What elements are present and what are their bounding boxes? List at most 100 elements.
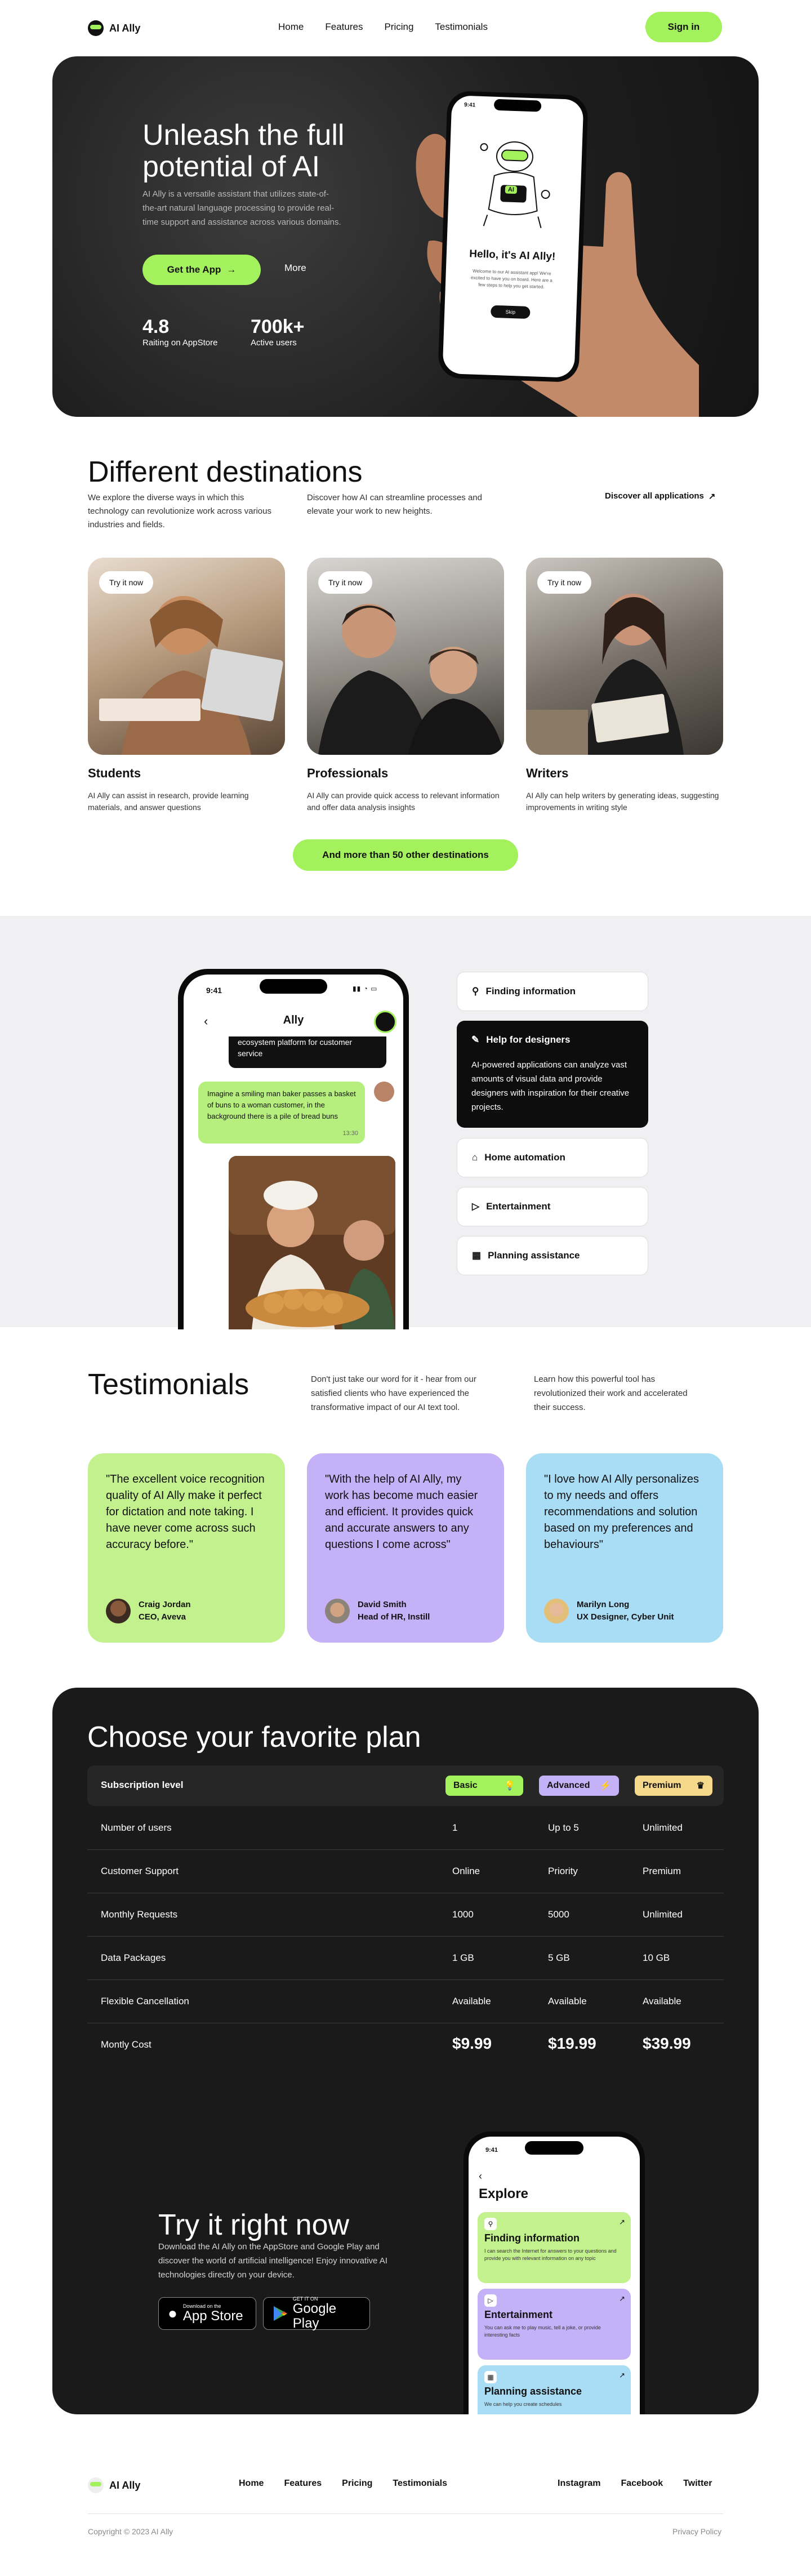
ally-avatar — [374, 1011, 396, 1033]
phone-skip-button[interactable]: Skip — [490, 305, 531, 319]
status-icons: ▮▮ ◔ ▭ — [353, 985, 378, 993]
footer-instagram-link[interactable]: Instagram — [558, 2479, 600, 2489]
play-icon: ▷ — [472, 1201, 480, 1212]
hero-description: AI Ally is a versatile assistant that ut… — [142, 189, 341, 227]
search-icon: ⚲ — [472, 986, 479, 996]
explore-card[interactable]: ▦ ↗ Planning assistance We can help you … — [478, 2365, 631, 2414]
app-store-button[interactable]: ● Download on the App Store — [158, 2297, 256, 2330]
testimonial-person: David Smith Head of HR, Instill — [325, 1599, 430, 1623]
row-advanced-value: 5 GB — [548, 1952, 570, 1963]
pricing-row: Customer Support Online Priority Premium — [87, 1850, 724, 1893]
privacy-policy-link[interactable]: Privacy Policy — [672, 2527, 721, 2536]
feature-entertainment[interactable]: ▷ Entertainment — [457, 1187, 648, 1226]
search-icon: ⚲ — [484, 2218, 497, 2230]
footer-nav-features[interactable]: Features — [284, 2479, 322, 2489]
feature-label: Home automation — [484, 1152, 565, 1163]
card-professionals[interactable]: Try it now — [307, 558, 504, 755]
logo-icon — [88, 2477, 104, 2493]
tier-basic-label: Basic — [453, 1781, 478, 1790]
footer-logo[interactable]: AI Ally — [88, 2477, 140, 2493]
play-icon: ▷ — [484, 2294, 497, 2307]
footer-nav-pricing[interactable]: Pricing — [342, 2479, 372, 2489]
footer-facebook-link[interactable]: Facebook — [621, 2479, 663, 2489]
robot-badge: AI — [505, 185, 518, 194]
explore-card-text: You can ask me to play music, tell a jok… — [484, 2325, 601, 2338]
card-writers[interactable]: Try it now — [526, 558, 723, 755]
brand-logo[interactable]: AI Ally — [88, 20, 140, 36]
chat-title: Ally — [283, 1014, 304, 1026]
row-advanced-value: Priority — [548, 1866, 578, 1876]
site-header: AI Ally Home Features Pricing Testimonia… — [0, 0, 811, 56]
stat-users-value: 700k+ — [251, 316, 305, 337]
try-it-now-pill[interactable]: Try it now — [537, 571, 592, 594]
more-link[interactable]: More — [284, 263, 306, 274]
price-advanced: $19.99 — [548, 2035, 596, 2052]
card-students-title: Students — [88, 766, 141, 780]
testimonial-role: UX Designer, Cyber Unit — [577, 1612, 674, 1622]
phone-notch — [493, 99, 542, 112]
card-students[interactable]: Try it now — [88, 558, 285, 755]
apple-icon: ● — [168, 2304, 177, 2322]
back-arrow-icon[interactable]: ‹ — [479, 2170, 482, 2182]
tier-basic[interactable]: Basic 💡 — [445, 1776, 523, 1796]
footer-twitter-link[interactable]: Twitter — [683, 2479, 712, 2489]
card-writers-title: Writers — [526, 766, 569, 780]
logo-icon — [88, 20, 104, 36]
nav-features[interactable]: Features — [325, 21, 363, 33]
discover-label: Discover all applications — [605, 491, 704, 501]
arrow-up-right-icon: ↗ — [619, 2371, 625, 2379]
hero-phone: 9:41 AI Hello, it's AI Ally! Welcome to … — [438, 90, 589, 383]
nav-testimonials[interactable]: Testimonials — [435, 21, 488, 33]
feature-planning-assistance[interactable]: ▦ Planning assistance — [457, 1236, 648, 1275]
get-app-button[interactable]: Get the App → — [142, 255, 261, 285]
nav-home[interactable]: Home — [278, 21, 304, 33]
google-play-button[interactable]: GET IT ON Google Play — [263, 2296, 370, 2331]
lightning-icon: ⚡ — [600, 1781, 611, 1791]
discover-applications-link[interactable]: Discover all applications ↗ — [605, 491, 715, 501]
tier-premium[interactable]: Premium ♛ — [635, 1776, 712, 1796]
user-avatar — [374, 1082, 394, 1102]
copyright-text: Copyright © 2023 AI Ally — [88, 2527, 173, 2536]
testimonial-person: Craig Jordan CEO, Aveva — [106, 1599, 191, 1623]
avatar — [106, 1599, 131, 1623]
row-advanced-value: Available — [548, 1996, 587, 2006]
chat-screen: 9:41 ▮▮ ◔ ▭ ‹ Ally ecosystem platform fo… — [184, 975, 403, 1329]
hero-title: Unleash the full potential of AI — [142, 119, 345, 183]
sign-in-button[interactable]: Sign in — [645, 12, 722, 42]
explore-screen: 9:41 ‹ Explore ⚲ ↗ Finding information I… — [469, 2137, 640, 2414]
try-description: Download the AI Ally on the AppStore and… — [158, 2242, 387, 2280]
footer-nav-home[interactable]: Home — [239, 2479, 264, 2489]
row-premium-value: 10 GB — [643, 1952, 670, 1963]
arrow-up-right-icon: ↗ — [708, 492, 716, 501]
feature-active-text: AI-powered applications can analyze vast… — [471, 1060, 630, 1112]
card-professionals-text: AI Ally can provide quick access to rele… — [307, 791, 500, 812]
feature-finding-information[interactable]: ⚲ Finding information — [457, 972, 648, 1011]
design-tool-icon: ✎ — [471, 1034, 480, 1045]
explore-card-title: Finding information — [484, 2232, 580, 2244]
feature-help-for-designers[interactable]: ✎ Help for designers AI-powered applicat… — [457, 1021, 648, 1128]
pricing-row: Data Packages 1 GB 5 GB 10 GB — [87, 1937, 724, 1980]
stat-rating-value: 4.8 — [142, 316, 170, 337]
avatar — [325, 1599, 350, 1623]
feature-home-automation[interactable]: ⌂ Home automation — [457, 1138, 648, 1177]
robot-illustration — [480, 141, 550, 228]
nav-pricing[interactable]: Pricing — [384, 21, 413, 33]
phone-notch — [260, 979, 327, 994]
tier-advanced[interactable]: Advanced ⚡ — [539, 1776, 619, 1796]
arrow-up-right-icon: ↗ — [619, 2218, 625, 2226]
pricing-row: Number of users 1 Up to 5 Unlimited — [87, 1807, 724, 1850]
price-basic: $9.99 — [452, 2035, 492, 2052]
chat-time: 9:41 — [206, 986, 222, 995]
feature-label: Planning assistance — [488, 1250, 580, 1261]
try-title: Try it right now — [158, 2209, 350, 2241]
calendar-icon: ▦ — [484, 2371, 497, 2383]
more-destinations-button[interactable]: And more than 50 other destinations — [293, 839, 518, 871]
testimonial-person: Marilyn Long UX Designer, Cyber Unit — [544, 1599, 674, 1623]
tier-advanced-label: Advanced — [547, 1781, 590, 1790]
explore-card[interactable]: ⚲ ↗ Finding information I can search the… — [478, 2212, 631, 2283]
explore-card[interactable]: ▷ ↗ Entertainment You can ask me to play… — [478, 2289, 631, 2360]
try-it-now-pill[interactable]: Try it now — [318, 571, 373, 594]
row-basic-value: 1000 — [452, 1909, 474, 1920]
try-it-now-pill[interactable]: Try it now — [99, 571, 154, 594]
footer-nav-testimonials[interactable]: Testimonials — [393, 2479, 447, 2489]
